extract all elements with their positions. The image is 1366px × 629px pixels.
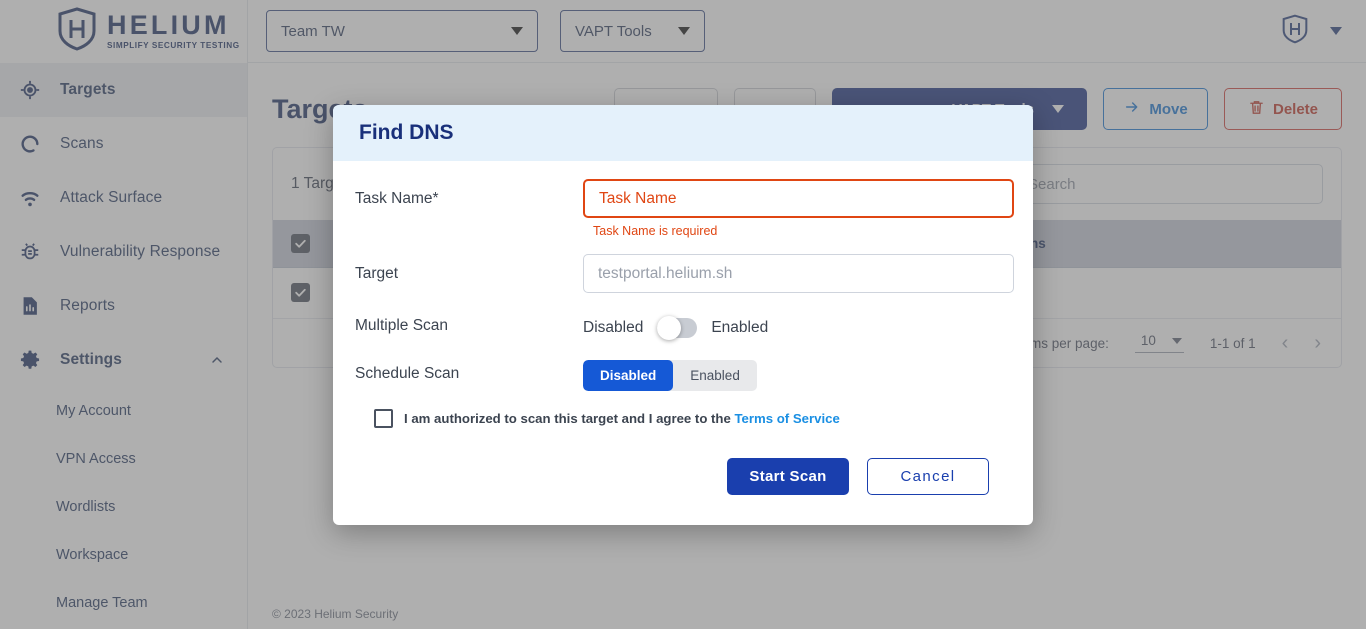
terms-of-service-link[interactable]: Terms of Service xyxy=(734,411,839,426)
task-name-input[interactable]: Task Name xyxy=(583,179,1014,218)
target-row: Target testportal.helium.sh xyxy=(355,254,1014,293)
toggle-knob xyxy=(657,316,682,340)
schedule-scan-segmented-control: Disabled Enabled xyxy=(583,360,757,391)
app-root: HELIUM SIMPLIFY SECURITY TESTING Targets xyxy=(0,0,1366,629)
target-placeholder: testportal.helium.sh xyxy=(598,264,733,282)
multiple-scan-toggle[interactable] xyxy=(657,316,698,340)
modal-title: Find DNS xyxy=(359,121,454,144)
task-name-row: Task Name* Task Name Task Name is requir… xyxy=(355,179,1014,238)
multiple-scan-off-label: Disabled xyxy=(583,319,644,336)
task-name-placeholder: Task Name xyxy=(599,189,677,207)
find-dns-modal: Find DNS Task Name* Task Name Task Name … xyxy=(333,105,1033,525)
target-input[interactable]: testportal.helium.sh xyxy=(583,254,1014,293)
modal-body: Task Name* Task Name Task Name is requir… xyxy=(333,161,1033,495)
authorization-checkbox[interactable] xyxy=(374,409,393,428)
schedule-scan-disabled-option[interactable]: Disabled xyxy=(583,360,674,391)
schedule-scan-label: Schedule Scan xyxy=(355,365,460,382)
start-scan-button[interactable]: Start Scan xyxy=(727,458,849,495)
task-name-label: Task Name* xyxy=(355,190,439,207)
authorization-agreement: I am authorized to scan this target and … xyxy=(355,401,1011,428)
modal-header: Find DNS xyxy=(333,105,1033,161)
task-name-error: Task Name is required xyxy=(593,224,718,238)
modal-actions: Start Scan Cancel xyxy=(355,428,1011,495)
multiple-scan-label: Multiple Scan xyxy=(355,317,449,334)
multiple-scan-on-label: Enabled xyxy=(711,319,769,336)
authorization-text: I am authorized to scan this target and … xyxy=(404,411,840,426)
multiple-scan-row: Multiple Scan Disabled Enabled xyxy=(355,311,1011,340)
schedule-scan-row: Schedule Scan Disabled Enabled xyxy=(355,356,1011,391)
target-label: Target xyxy=(355,265,399,282)
schedule-scan-enabled-option[interactable]: Enabled xyxy=(673,360,757,391)
authorization-text-body: I am authorized to scan this target and … xyxy=(404,411,735,426)
cancel-button[interactable]: Cancel xyxy=(867,458,989,495)
